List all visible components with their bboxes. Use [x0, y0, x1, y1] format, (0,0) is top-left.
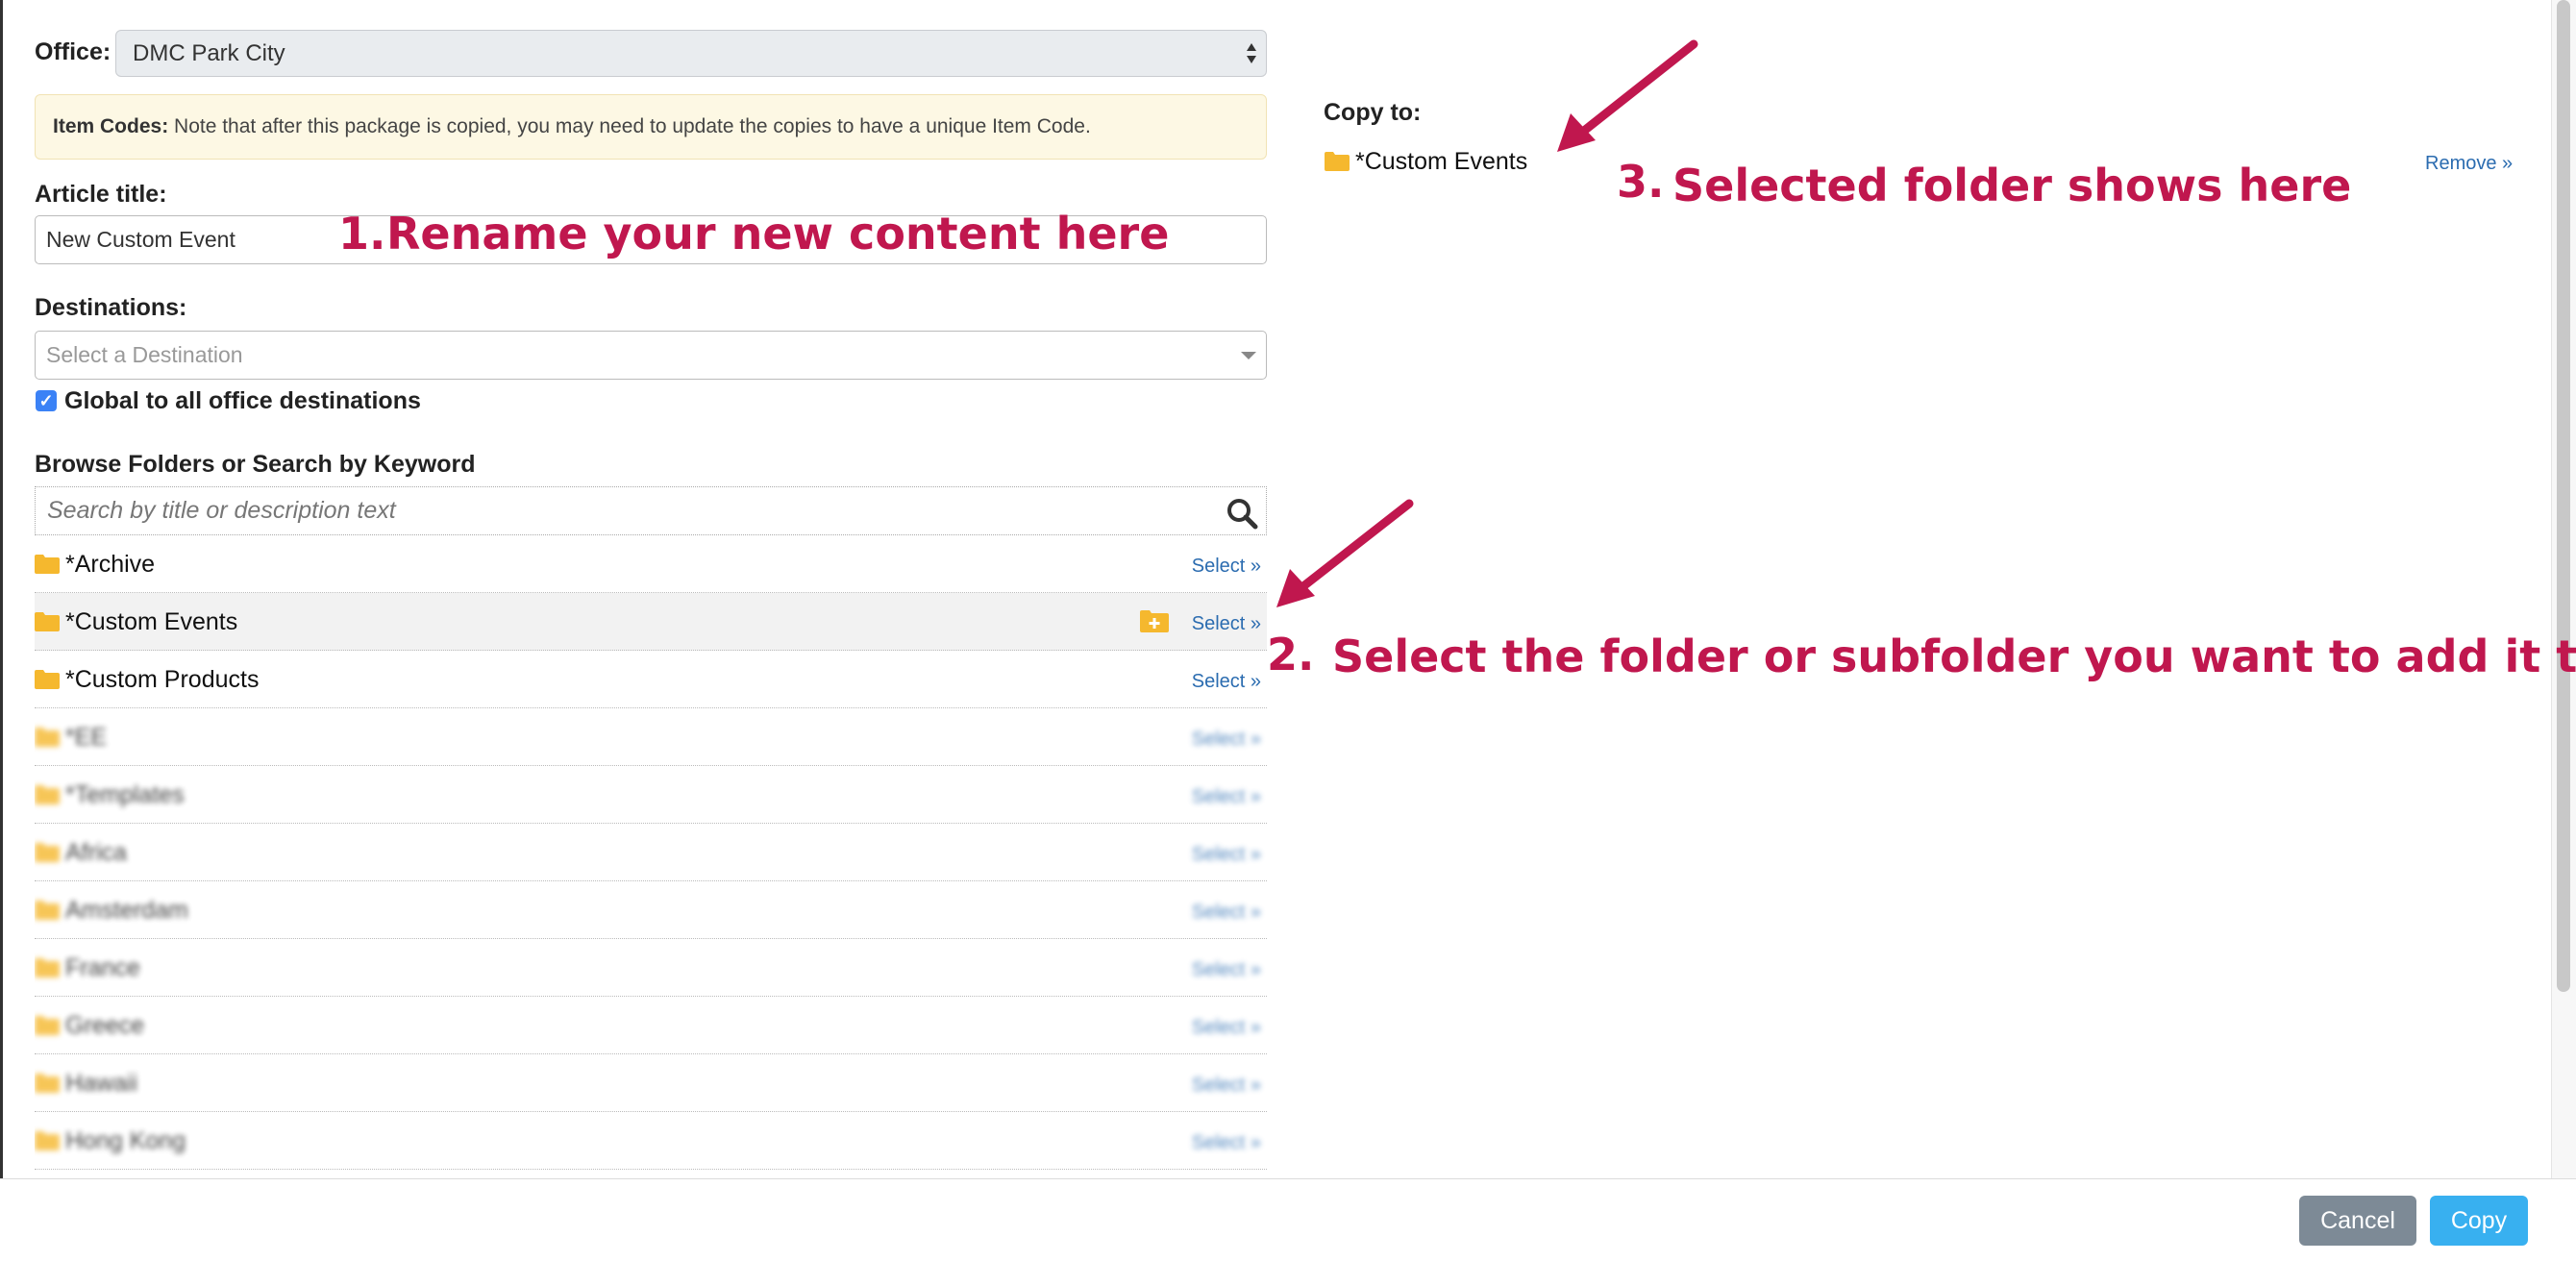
folder-search-input[interactable]: Search by title or description text	[35, 486, 1267, 535]
scrollbar-thumb[interactable]	[2557, 0, 2570, 992]
destination-select[interactable]: Select a Destination	[35, 331, 1267, 380]
folder-row[interactable]: *EE Select »	[35, 708, 1267, 766]
office-label: Office:	[35, 38, 111, 65]
folder-row[interactable]: Hawaii Select »	[35, 1054, 1267, 1112]
folder-list: *Archive Select » *Custom Events Select » *C…	[35, 535, 1267, 1170]
select-link[interactable]: Select »	[1192, 901, 1261, 924]
selected-folder-name: *Custom Events	[1355, 148, 1528, 175]
notice-title: Item Codes:	[53, 115, 169, 137]
folder-icon	[35, 1074, 60, 1093]
remove-link[interactable]: Remove »	[2425, 153, 2513, 175]
select-link[interactable]: Select »	[1192, 670, 1261, 693]
annotation-step2-text: Select the folder or subfolder you want …	[1332, 630, 2576, 682]
folder-name: Amsterdam	[65, 897, 188, 924]
select-link[interactable]: Select »	[1192, 843, 1261, 866]
folder-name: Africa	[65, 839, 127, 866]
office-select-value: DMC Park City	[133, 40, 285, 66]
copy-dialog: Office: DMC Park City Item Codes: Note t…	[0, 0, 2576, 1261]
folder-row[interactable]: Hong Kong Select »	[35, 1112, 1267, 1170]
notice-text: Note that after this package is copied, …	[168, 115, 1091, 137]
arrow-to-select-head-icon	[1276, 569, 1315, 607]
copy-button[interactable]: Copy	[2430, 1196, 2528, 1246]
folder-row[interactable]: France Select »	[35, 939, 1267, 997]
arrow-to-selected-folder-icon	[1579, 39, 1698, 136]
select-link[interactable]: Select »	[1192, 785, 1261, 808]
dialog-footer	[0, 1178, 2576, 1261]
annotation-step3-number: 3.	[1617, 156, 1665, 208]
folder-row[interactable]: Africa Select »	[35, 824, 1267, 881]
chevron-down-icon	[1241, 352, 1256, 359]
select-link[interactable]: Select »	[1192, 612, 1261, 635]
folder-icon	[35, 843, 60, 862]
folder-row[interactable]: *Archive Select »	[35, 535, 1267, 593]
article-title-label: Article title:	[35, 181, 167, 208]
folder-row[interactable]: *Custom Products Select »	[35, 651, 1267, 708]
folder-name: *Custom Events	[65, 608, 238, 635]
folder-name: *Custom Products	[65, 666, 260, 693]
folder-name: *Templates	[65, 781, 185, 808]
select-link[interactable]: Select »	[1192, 728, 1261, 751]
search-icon[interactable]	[1226, 497, 1258, 530]
select-arrows-icon	[1245, 41, 1258, 66]
folder-name: *EE	[65, 724, 108, 751]
global-checkbox[interactable]: ✓	[36, 390, 57, 411]
folder-name: Hong Kong	[65, 1127, 186, 1154]
folder-name: *Archive	[65, 551, 156, 578]
select-link[interactable]: Select »	[1192, 1131, 1261, 1154]
annotation-step3-text: Selected folder shows here	[1672, 160, 2352, 211]
folder-row[interactable]: Amsterdam Select »	[35, 881, 1267, 939]
folder-icon	[35, 728, 60, 747]
window-edge	[0, 0, 3, 1261]
annotation-step1-number: 1.	[338, 208, 386, 260]
search-placeholder: Search by title or description text	[47, 497, 396, 524]
folder-icon	[35, 785, 60, 804]
annotation-step1-text: Rename your new content here	[386, 208, 1170, 260]
arrow-to-selected-folder-head-icon	[1557, 113, 1596, 152]
folder-icon	[35, 1016, 60, 1035]
select-link[interactable]: Select »	[1192, 555, 1261, 578]
destination-placeholder: Select a Destination	[46, 342, 243, 367]
folder-row[interactable]: *Custom Events Select »	[35, 593, 1267, 651]
folder-icon	[1325, 152, 1350, 171]
select-link[interactable]: Select »	[1192, 1016, 1261, 1039]
folder-name: Greece	[65, 1012, 144, 1039]
annotation-step2-number: 2.	[1267, 629, 1315, 680]
folder-icon	[35, 670, 60, 689]
arrow-to-select-icon	[1299, 499, 1414, 591]
copy-to-label: Copy to:	[1324, 99, 1422, 126]
add-subfolder-icon[interactable]	[1140, 609, 1169, 632]
folder-icon	[35, 901, 60, 920]
folder-icon	[35, 612, 60, 631]
office-select[interactable]: DMC Park City	[115, 30, 1267, 77]
global-checkbox-label: Global to all office destinations	[64, 387, 421, 414]
item-codes-notice: Item Codes: Note that after this package…	[35, 94, 1267, 160]
select-link[interactable]: Select »	[1192, 1074, 1261, 1097]
destinations-label: Destinations:	[35, 294, 187, 321]
select-link[interactable]: Select »	[1192, 958, 1261, 981]
article-title-value: New Custom Event	[46, 227, 235, 252]
folder-icon	[35, 555, 60, 574]
cancel-button[interactable]: Cancel	[2299, 1196, 2416, 1246]
browse-label: Browse Folders or Search by Keyword	[35, 451, 476, 478]
folder-icon	[35, 1131, 60, 1150]
folder-icon	[35, 958, 60, 977]
folder-name: France	[65, 954, 140, 981]
folder-row[interactable]: *Templates Select »	[35, 766, 1267, 824]
folder-name: Hawaii	[65, 1070, 138, 1097]
folder-row[interactable]: Greece Select »	[35, 997, 1267, 1054]
